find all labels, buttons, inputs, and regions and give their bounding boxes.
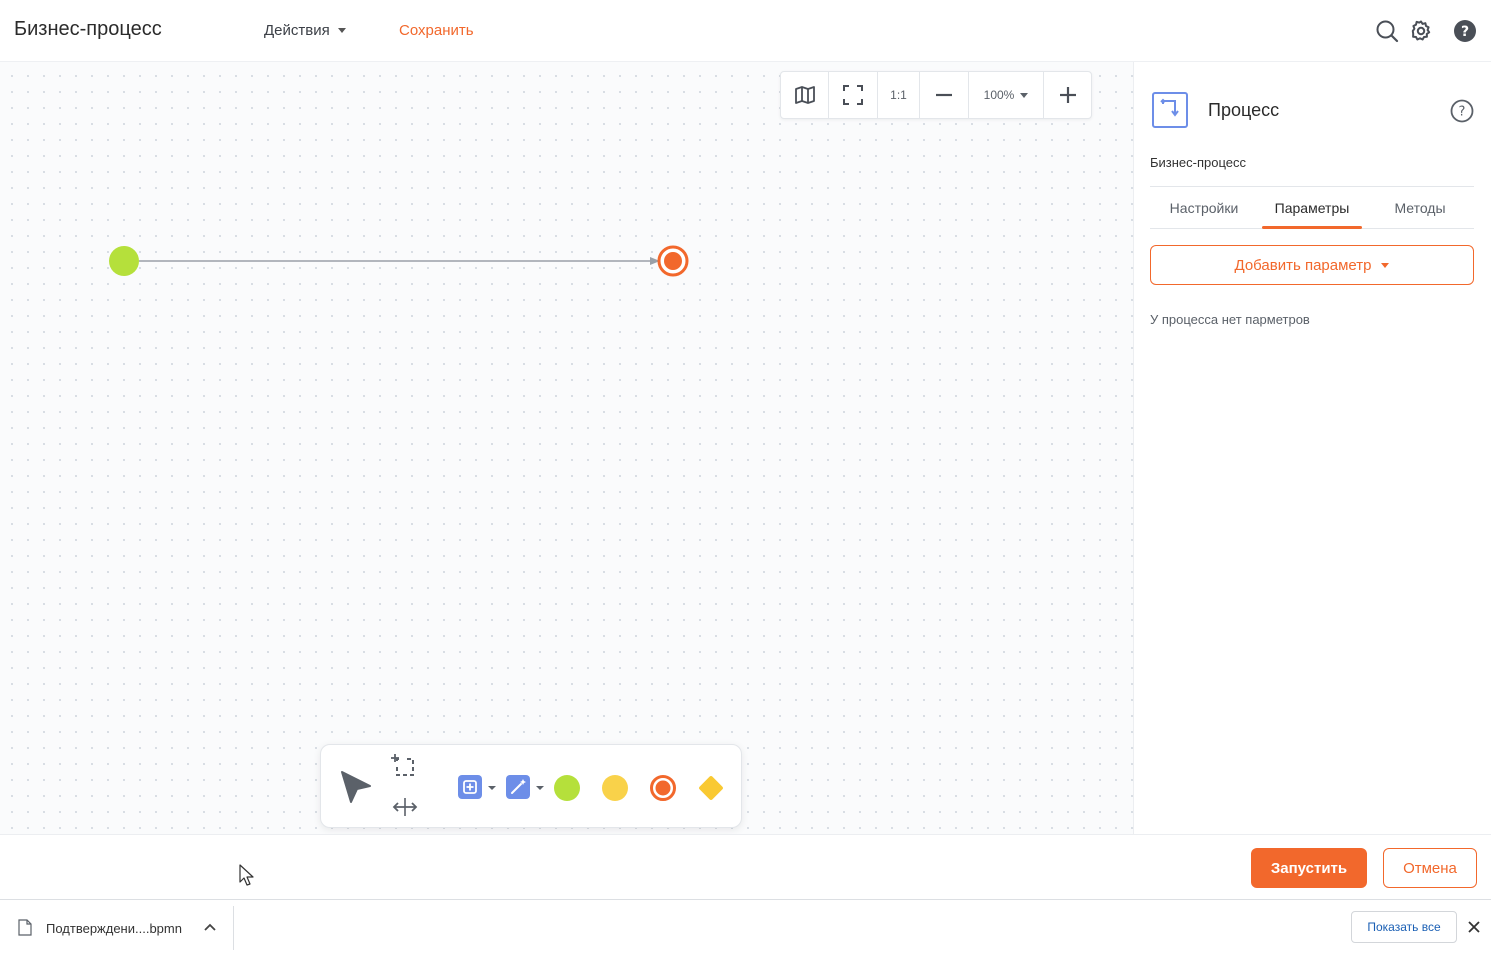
add-parameter-button[interactable]: Добавить параметр [1150,245,1474,285]
diagram-canvas[interactable]: 1:1 100% [0,62,1133,834]
chevron-up-icon[interactable] [203,922,217,932]
tab-settings[interactable]: Настройки [1150,187,1258,228]
svg-text:?: ? [1461,24,1469,40]
add-task-icon [458,775,496,799]
intermediate-event-icon [602,775,628,801]
close-icon[interactable] [1467,920,1481,934]
cancel-button[interactable]: Отмена [1383,848,1477,888]
file-icon [18,919,32,936]
gateway-icon [699,776,723,800]
help-icon[interactable]: ? [1453,19,1477,43]
end-event-icon [650,775,676,801]
end-event[interactable] [657,245,689,277]
magic-wand-icon [506,775,544,799]
panel-title: Процесс [1208,100,1280,120]
panel-tabs: Настройки Параметры Методы [1150,187,1474,229]
lasso-icon [391,754,414,776]
svg-text:?: ? [1459,105,1466,120]
cursor-arrow-icon [341,771,371,803]
divider [233,906,234,950]
actions-menu[interactable]: Действия [264,22,346,39]
task-tool[interactable] [457,773,499,806]
horizontal-arrows-icon [392,798,418,816]
show-all-button[interactable]: Показать все [1351,911,1457,943]
panel-subtitle: Бизнес-процесс [1150,155,1247,170]
end-event-tool[interactable] [649,774,677,807]
empty-parameters-text: У процесса нет парметров [1150,312,1310,327]
help-circle-icon[interactable]: ? [1450,99,1474,123]
start-event[interactable] [109,246,139,276]
lasso-tool[interactable] [391,753,419,786]
start-event-tool[interactable] [553,774,581,807]
footer-bar: Запустить Отмена [0,834,1491,899]
chevron-down-icon [1381,262,1390,268]
download-bar: Подтверждени....bpmn Показать все [0,899,1491,954]
process-icon [1152,92,1188,128]
search-icon[interactable] [1375,19,1399,43]
download-file-name[interactable]: Подтверждени....bpmn [46,921,182,936]
actions-menu-label: Действия [264,22,330,39]
intermediate-event-tool[interactable] [601,774,629,807]
magic-tool[interactable] [505,773,547,806]
page-title: Бизнес-процесс [14,18,162,40]
add-parameter-label: Добавить параметр [1234,256,1372,274]
start-event-icon [554,775,580,801]
shape-palette [320,744,742,828]
chevron-down-icon [337,28,346,33]
gateway-tool[interactable] [697,774,725,807]
app-header: Бизнес-процесс Действия Сохранить ? [0,0,1491,62]
tab-methods[interactable]: Методы [1366,187,1474,228]
space-tool[interactable] [391,795,419,824]
process-diagram [109,245,689,277]
pointer-tool[interactable] [339,769,373,810]
mouse-cursor-icon [239,864,254,886]
sequence-flow[interactable] [139,257,660,265]
gear-icon[interactable] [1409,19,1433,43]
save-button[interactable]: Сохранить [399,22,474,39]
tab-parameters[interactable]: Параметры [1258,187,1366,229]
properties-panel: Процесс ? Бизнес-процесс Настройки Парам… [1133,62,1491,834]
run-button[interactable]: Запустить [1251,848,1367,888]
